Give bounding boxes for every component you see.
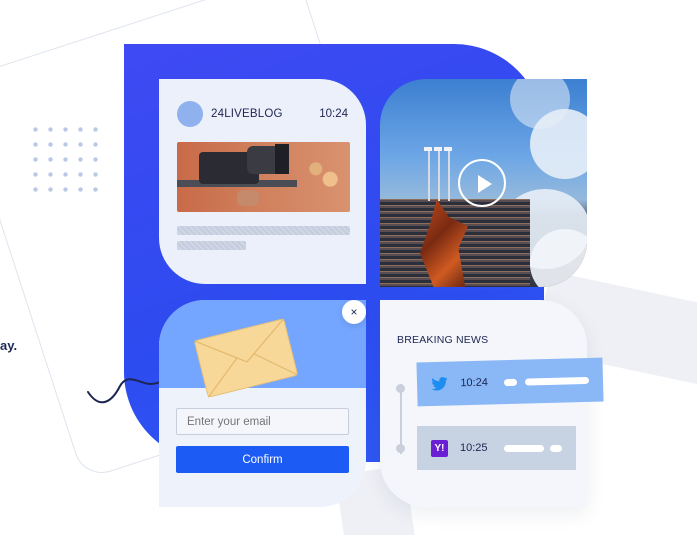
play-button[interactable]: [458, 159, 506, 207]
stadium-video-card[interactable]: [380, 79, 587, 287]
close-icon[interactable]: ×: [342, 300, 366, 324]
text-placeholder-pill: [549, 444, 562, 452]
email-input[interactable]: [176, 408, 349, 435]
text-placeholder-pill: [503, 444, 544, 452]
news-item-yahoo[interactable]: Y! 10:25: [417, 426, 576, 470]
text-placeholder-pill: [525, 376, 590, 386]
news-item-twitter[interactable]: 10:24: [416, 357, 604, 407]
news-time: 10:24: [460, 376, 489, 390]
text-placeholder-line: [177, 241, 246, 250]
post-time: 10:24: [319, 108, 348, 120]
twitter-icon: [431, 376, 448, 390]
cropped-tagline-text: ay.: [0, 338, 18, 353]
timeline-dot: [396, 444, 405, 453]
news-time: 10:25: [460, 442, 488, 454]
timeline-dot: [396, 384, 405, 393]
email-signup-card: Confirm: [159, 300, 366, 507]
avatar: [177, 101, 203, 127]
yahoo-icon: Y!: [431, 439, 448, 457]
live-blog-card[interactable]: 24LIVEBLOG 10:24: [159, 79, 366, 284]
breaking-news-title: BREAKING NEWS: [397, 334, 489, 346]
live-blog-header: 24LIVEBLOG 10:24: [177, 101, 348, 127]
dot-grid-decoration: [28, 122, 98, 196]
confirm-button[interactable]: Confirm: [176, 446, 349, 473]
play-icon: [478, 175, 492, 193]
text-placeholder-pill: [503, 378, 518, 386]
text-placeholder-line: [177, 226, 350, 235]
camera-photo: [177, 142, 350, 212]
blog-brand-name: 24LIVEBLOG: [211, 108, 283, 120]
